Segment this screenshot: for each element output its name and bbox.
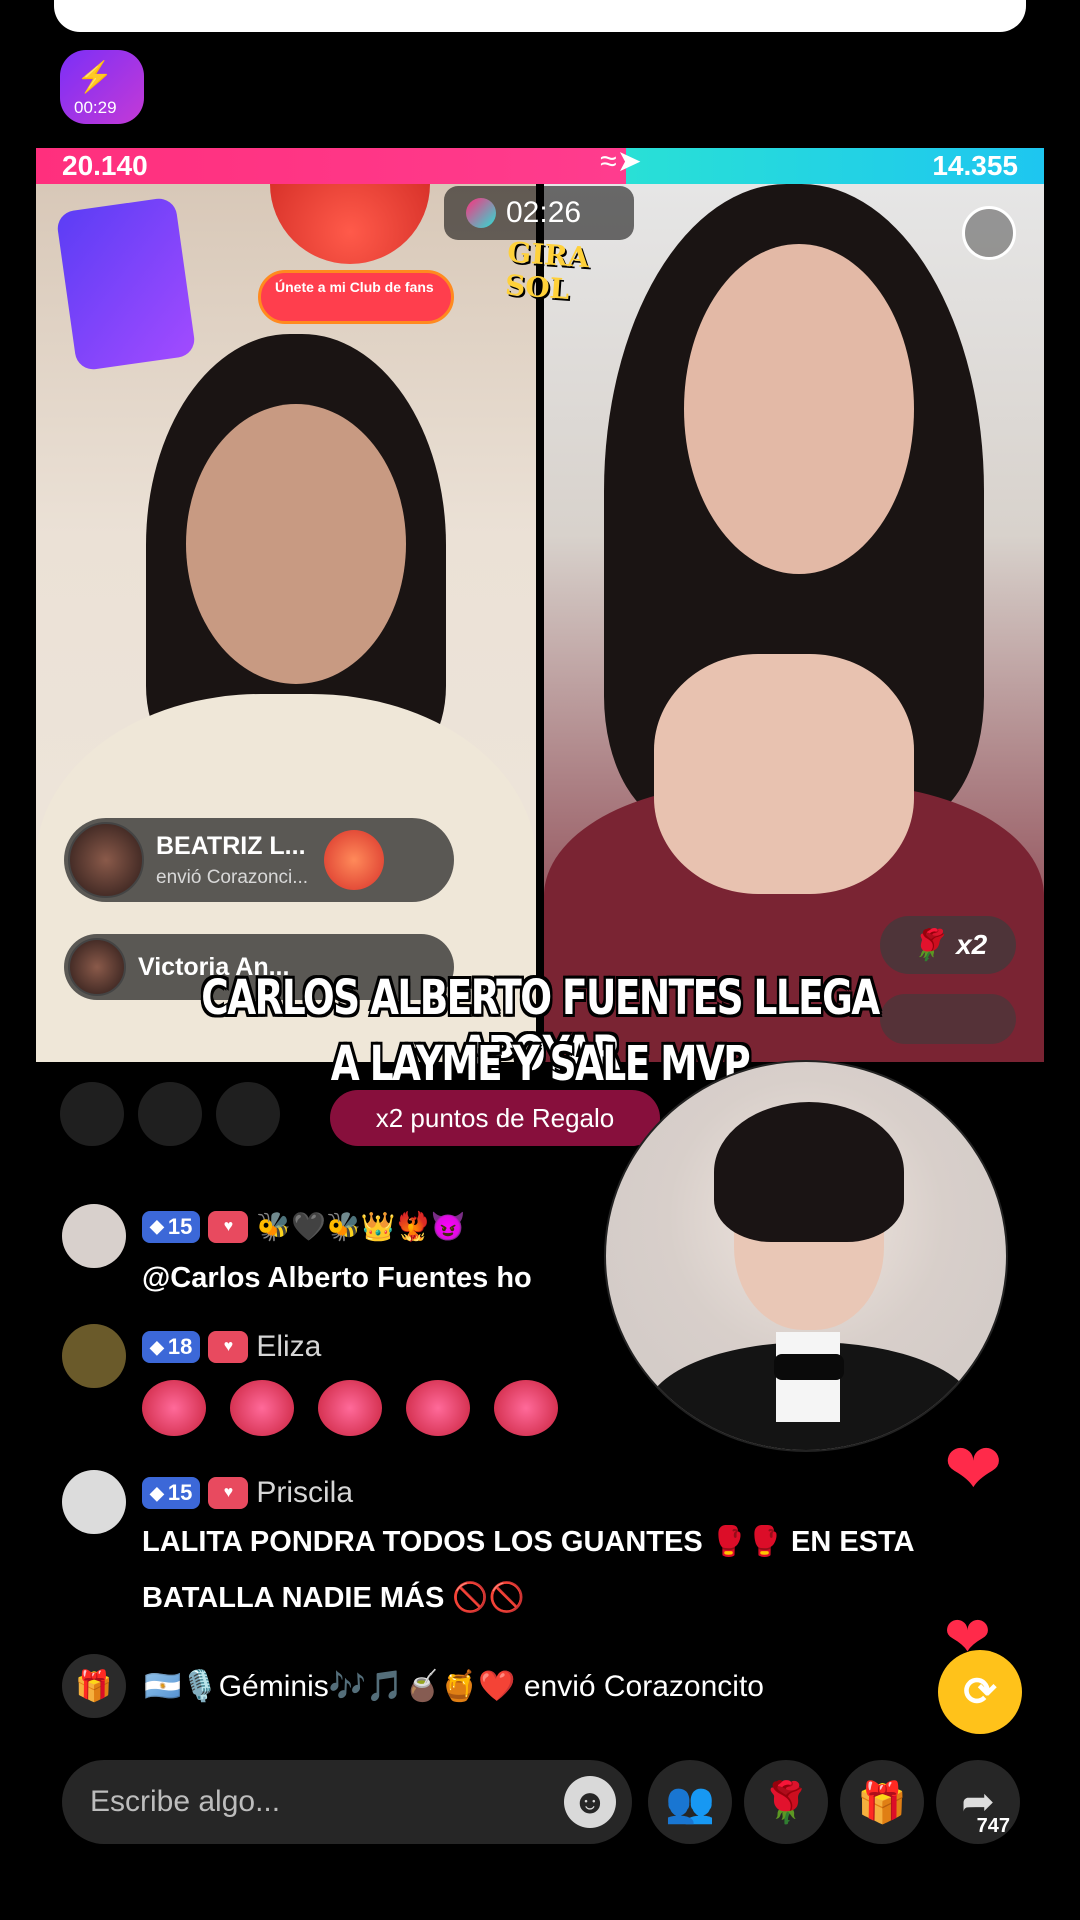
comment-input-placeholder: Escribe algo... [90, 1785, 281, 1818]
bottom-bar: Escribe algo... ☻ 👥 🌹 🎁 ➦ 747 [62, 1760, 1028, 1844]
battle-timer: 02:26 [444, 186, 634, 240]
boost-timer-badge[interactable]: ⚡ 00:29 [60, 50, 144, 124]
rose-gift-button[interactable]: 🌹 [744, 1760, 828, 1844]
chat-comment: ◆ 15 ♥ Priscila LALITA PONDRA TODOS LOS G… [62, 1470, 962, 1630]
battle-score-bar: 20.140 14.355 ≈➤ [36, 145, 1044, 184]
avatar[interactable] [62, 1204, 126, 1268]
viewer-avatar[interactable] [216, 1082, 280, 1146]
boost-timer: 00:29 [74, 98, 117, 117]
heart-mascot-icon [406, 1380, 470, 1436]
avatar [68, 938, 126, 996]
score-left: 20.140 [36, 148, 626, 184]
comment-message: @Carlos Alberto Fuentes ho [142, 1262, 532, 1294]
viewer-avatar[interactable] [60, 1082, 124, 1146]
gift-box-icon: 🎁 [857, 1780, 907, 1825]
sticker-row [142, 1380, 558, 1436]
battle-divider-icon: ≈➤ [600, 145, 642, 178]
multiplier-badge: 🌹 x2 [880, 916, 1016, 974]
emoji-icon[interactable]: ☻ [564, 1776, 616, 1828]
gift-button[interactable]: 🎁 [840, 1760, 924, 1844]
battle-timer-text: 02:26 [506, 196, 582, 229]
fan-badge: ♥ [208, 1210, 249, 1243]
x2-points-banner: x2 puntos de Regalo [330, 1090, 660, 1146]
score-right: 14.355 [626, 148, 1044, 184]
viewer-avatar[interactable] [138, 1082, 202, 1146]
avatar[interactable] [62, 1470, 126, 1534]
fan-badge: ♥ [208, 1477, 249, 1509]
comment-username: Eliza [256, 1330, 322, 1363]
gift-sender-name: BEATRIZ L... [156, 831, 306, 860]
comment-username: Priscila [256, 1476, 354, 1509]
share-button[interactable]: ➦ 747 [936, 1760, 1020, 1844]
level-badge: ◆ 18 [142, 1331, 201, 1363]
heart-mascot-icon [230, 1380, 294, 1436]
level-badge: ◆ 15 [142, 1210, 201, 1243]
join-fan-club-button[interactable]: Únete a mi Club de fans [258, 270, 454, 324]
emoji-text: 🐝🖤🐝👑🐦‍🔥😈 [256, 1211, 466, 1242]
people-icon: 👥 [665, 1780, 715, 1825]
heart-mascot-icon [494, 1380, 558, 1436]
multi-guest-button[interactable]: 👥 [648, 1760, 732, 1844]
comment-message: LALITA PONDRA TODOS LOS GUANTES 🥊🥊 EN ES… [142, 1526, 914, 1614]
rose-icon: 🌹 [908, 928, 947, 962]
heart-mascot-icon [318, 1380, 382, 1436]
battle-icon [466, 198, 496, 228]
repost-icon[interactable]: ⟳ [938, 1650, 1022, 1734]
boxing-glove-card[interactable] [55, 196, 197, 372]
bow-tie [774, 1354, 844, 1380]
lightning-icon: ⚡ [76, 61, 114, 94]
top-viewers-row [60, 1082, 280, 1146]
avatar[interactable] [62, 1324, 126, 1388]
host-face [186, 404, 406, 684]
fan-badge: ♥ [208, 1331, 249, 1363]
gift-feed-line: 🎁 🇦🇷🎙️Géminis🎶🎵🧉🍯❤️ envió Corazoncito [62, 1654, 962, 1718]
guest-face [684, 244, 914, 574]
gift-icon [324, 830, 385, 890]
gift-action: envió Corazonci... [156, 866, 309, 888]
gift-notice: BEATRIZ L... envió Corazonci... [64, 818, 454, 902]
guest-profile-icon[interactable] [962, 206, 1016, 260]
share-count: 747 [976, 1815, 1010, 1837]
gift-icon[interactable]: 🎁 [62, 1654, 126, 1718]
comment-input[interactable]: Escribe algo... ☻ [62, 1760, 632, 1844]
gift-feed-text: 🇦🇷🎙️Géminis🎶🎵🧉🍯❤️ envió Corazoncito [144, 1669, 764, 1703]
overlay-profile-photo [604, 1060, 1008, 1452]
floating-heart-icon: ❤ [944, 1430, 1003, 1508]
heart-mascot-icon [142, 1380, 206, 1436]
rose-icon: 🌹 [761, 1780, 811, 1825]
girasol-sticker: GIRA SOL [503, 235, 591, 306]
top-card [54, 0, 1026, 32]
multiplier-text: x2 [956, 929, 988, 960]
avatar [68, 822, 144, 898]
level-badge: ◆ 15 [142, 1477, 201, 1509]
